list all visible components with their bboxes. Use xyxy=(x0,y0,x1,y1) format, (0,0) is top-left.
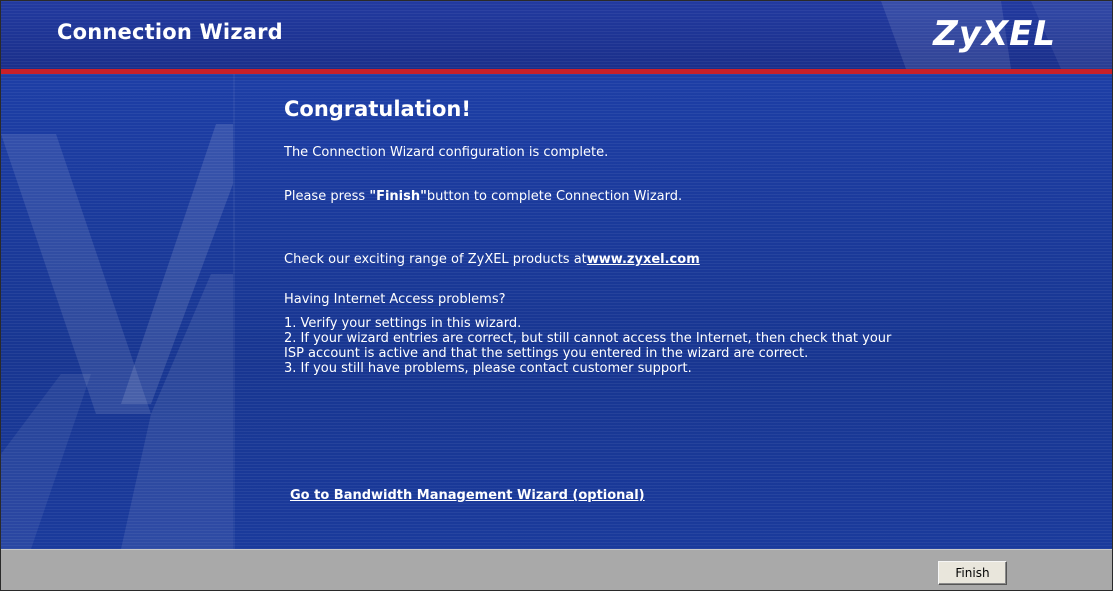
finish-instruction-bold: "Finish" xyxy=(369,189,427,204)
finish-instruction: Please press "Finish"button to complete … xyxy=(284,189,682,205)
zyxel-website-link[interactable]: www.zyxel.com xyxy=(587,252,700,267)
finish-instruction-prefix: Please press xyxy=(284,189,370,204)
congratulation-heading: Congratulation! xyxy=(284,97,471,121)
problems-question: Having Internet Access problems? xyxy=(284,292,506,307)
bandwidth-wizard-link[interactable]: Go to Bandwidth Management Wizard (optio… xyxy=(290,488,645,503)
products-message: Check our exciting range of ZyXEL produc… xyxy=(284,252,700,268)
finish-instruction-suffix: button to complete Connection Wizard. xyxy=(426,189,683,204)
finish-button[interactable]: Finish xyxy=(938,561,1007,585)
step-item: 1. Verify your settings in this wizard. xyxy=(284,316,522,331)
step-item: 2. If your wizard entries are correct, b… xyxy=(284,331,892,346)
step-item: 3. If you still have problems, please co… xyxy=(284,361,692,376)
wizard-window: Connection Wizard ZyXEL Congratulation! … xyxy=(0,0,1113,591)
background-x-graphic xyxy=(1,74,235,549)
step-item: ISP account is active and that the setti… xyxy=(284,346,809,361)
zyxel-logo: ZyXEL xyxy=(933,14,1056,54)
troubleshooting-steps: 1. Verify your settings in this wizard. … xyxy=(284,316,891,376)
complete-message: The Connection Wizard configuration is c… xyxy=(284,145,609,160)
wizard-header: Connection Wizard ZyXEL xyxy=(1,1,1112,69)
products-message-text: Check our exciting range of ZyXEL produc… xyxy=(284,252,587,267)
wizard-title: Connection Wizard xyxy=(57,20,283,44)
wizard-content-panel: Congratulation! The Connection Wizard co… xyxy=(1,74,1112,549)
wizard-footer: Finish xyxy=(1,549,1112,590)
